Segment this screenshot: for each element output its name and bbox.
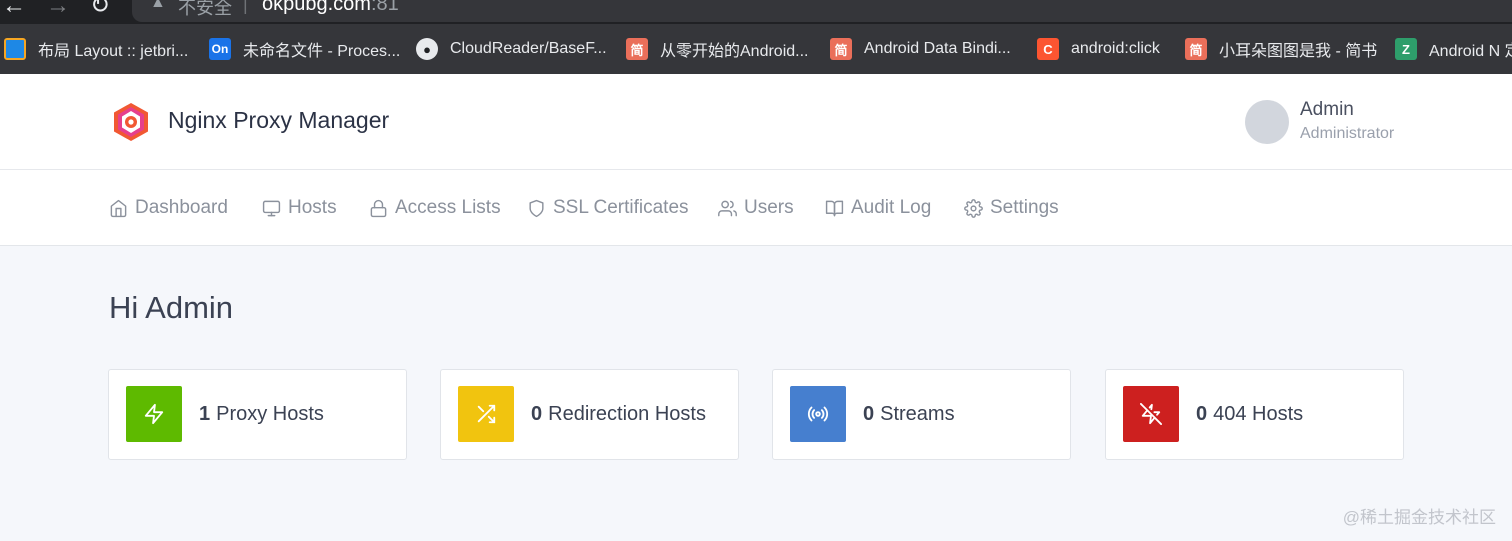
browser-toolbar: ← → ↻ ▲ 不安全 | okpubg.com:81: [0, 0, 1512, 24]
stat-text: 0 404 Hosts: [1196, 403, 1303, 426]
bookmark-site-icon: Z: [1395, 38, 1417, 60]
reload-icon[interactable]: ↻: [90, 0, 110, 18]
stat-count: 0: [1196, 403, 1208, 425]
lock-icon: [370, 199, 387, 217]
avatar[interactable]: [1245, 100, 1289, 144]
stat-card-proxy-hosts[interactable]: 1 Proxy Hosts: [108, 369, 407, 460]
shield-icon: [529, 199, 544, 217]
bookmark-processon[interactable]: On 未命名文件 - Proces...: [209, 37, 400, 61]
bookmark-jianshu-1[interactable]: 简 从零开始的Android...: [626, 37, 809, 61]
stat-card-streams[interactable]: 0 Streams: [772, 369, 1071, 460]
nav-item-ssl-certificates[interactable]: SSL Certificates: [527, 197, 689, 219]
bookmark-jianshu-2[interactable]: 简 Android Data Bindi...: [830, 37, 1011, 61]
bookmark-label: 布局 Layout :: jetbri...: [38, 43, 189, 60]
nav-item-dashboard[interactable]: Dashboard: [109, 197, 228, 219]
main-nav: Dashboard Hosts Access Lists SSL Certifi…: [0, 170, 1512, 246]
zap-off-icon: [1123, 386, 1179, 442]
bookmark-label: Android N 定: [1429, 43, 1512, 60]
nav-item-hosts[interactable]: Hosts: [262, 197, 337, 219]
processon-icon: On: [209, 38, 231, 60]
bookmark-label: 小耳朵图图是我 - 简书: [1219, 43, 1378, 60]
bookmark-jetbrains[interactable]: 布局 Layout :: jetbri...: [4, 37, 188, 61]
bookmark-csdn[interactable]: C android:click: [1037, 37, 1160, 61]
nav-label: Access Lists: [395, 197, 501, 218]
stat-card-redirection-hosts[interactable]: 0 Redirection Hosts: [440, 369, 739, 460]
user-role: Administrator: [1300, 125, 1395, 142]
settings-icon: [964, 198, 983, 218]
stat-count: 0: [863, 403, 875, 425]
stat-label: 404 Hosts: [1213, 403, 1304, 425]
bookmark-label: Android Data Bindi...: [864, 40, 1011, 57]
jianshu-icon: 简: [830, 38, 852, 60]
url-text[interactable]: okpubg.com:81: [262, 0, 399, 16]
radio-icon: [790, 386, 846, 442]
nav-item-users[interactable]: Users: [718, 197, 794, 219]
bookmark-android-n[interactable]: Z Android N 定: [1395, 37, 1512, 61]
insecure-label: 不安全: [178, 0, 232, 18]
nav-label: Dashboard: [135, 197, 228, 218]
monitor-icon: [262, 200, 281, 216]
bookmark-github[interactable]: ● CloudReader/BaseF...: [416, 37, 607, 61]
stat-label: Streams: [880, 403, 955, 425]
stat-card-404-hosts[interactable]: 0 404 Hosts: [1105, 369, 1404, 460]
stat-text: 0 Redirection Hosts: [531, 403, 706, 426]
nav-item-audit-log[interactable]: Audit Log: [825, 197, 931, 219]
nav-label: Users: [744, 197, 794, 218]
nav-label: Audit Log: [851, 197, 932, 218]
users-icon: [718, 200, 737, 216]
stat-label: Redirection Hosts: [548, 403, 706, 425]
bookmark-label: 从零开始的Android...: [660, 43, 809, 60]
nav-label: Hosts: [288, 197, 337, 218]
home-icon: [110, 199, 127, 217]
url-separator: |: [243, 0, 248, 14]
app-header: Nginx Proxy Manager Admin Administrator: [0, 74, 1512, 170]
book-icon: [825, 200, 844, 216]
github-icon: ●: [416, 38, 438, 60]
jianshu-icon: 简: [1185, 38, 1207, 60]
shuffle-icon: [458, 386, 514, 442]
bookmark-label: CloudReader/BaseF...: [450, 40, 607, 57]
warning-icon[interactable]: ▲: [150, 0, 166, 12]
bookmark-label: 未命名文件 - Proces...: [243, 43, 401, 60]
user-name[interactable]: Admin: [1300, 99, 1354, 121]
jianshu-icon: 简: [626, 38, 648, 60]
forward-arrow-icon[interactable]: →: [46, 0, 70, 18]
stat-count: 0: [531, 403, 543, 425]
csdn-icon: C: [1037, 38, 1059, 60]
jetbrains-icon: [4, 38, 26, 60]
watermark: @稀土掘金技术社区: [1342, 508, 1496, 527]
page-title: Hi Admin: [109, 290, 234, 325]
stat-text: 0 Streams: [863, 403, 955, 426]
stat-count: 1: [199, 403, 211, 425]
app-title[interactable]: Nginx Proxy Manager: [168, 107, 389, 134]
stat-label: Proxy Hosts: [216, 403, 324, 425]
nav-item-access-lists[interactable]: Access Lists: [369, 197, 501, 219]
bookmarks-bar: 布局 Layout :: jetbri... On 未命名文件 - Proces…: [0, 24, 1512, 74]
bookmark-label: android:click: [1071, 40, 1160, 57]
back-arrow-icon[interactable]: ←: [2, 0, 26, 18]
zap-icon: [126, 386, 182, 442]
nav-item-settings[interactable]: Settings: [964, 197, 1059, 219]
nav-label: SSL Certificates: [553, 197, 689, 218]
stat-text: 1 Proxy Hosts: [199, 403, 324, 426]
bookmark-jianshu-3[interactable]: 简 小耳朵图图是我 - 简书: [1185, 37, 1377, 61]
nav-label: Settings: [990, 197, 1059, 218]
nginx-proxy-manager-logo-icon[interactable]: [110, 101, 152, 143]
